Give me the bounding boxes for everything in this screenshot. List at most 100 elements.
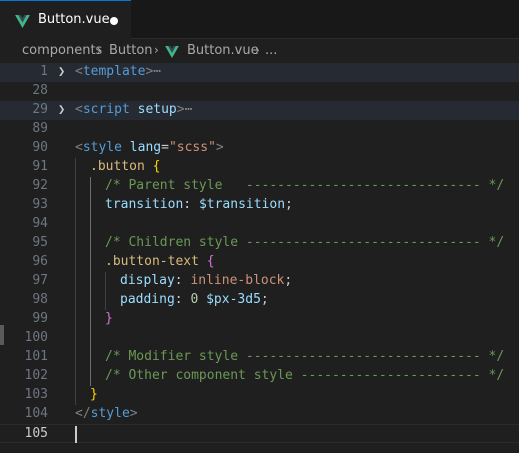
line-number: 94: [32, 216, 48, 231]
brace: }: [90, 387, 98, 402]
indent-guide: [90, 272, 91, 291]
text-cursor: [75, 426, 77, 443]
tag-bracket: >: [176, 102, 185, 117]
indent-guide: [90, 310, 91, 329]
css-value: $px-3d5: [206, 292, 261, 307]
tag-bracket: <: [75, 102, 83, 117]
code-line: 97 display: inline-block;: [0, 272, 519, 291]
line-number: 96: [32, 254, 48, 269]
indent-guide: [75, 329, 76, 348]
breadcrumb: components › Button › Button.vue › ...: [0, 39, 519, 63]
css-property: padding: [120, 292, 175, 307]
indent-guide: [75, 367, 76, 386]
tab-bar: Button.vue: [0, 0, 519, 39]
equals: =: [161, 140, 169, 155]
breadcrumb-item-more[interactable]: ...: [265, 43, 277, 58]
tag-name: script: [82, 102, 130, 117]
code-line: 91 .button {: [0, 158, 519, 177]
code-line: 89: [0, 120, 519, 139]
indent-guide: [75, 253, 76, 272]
code-line: 103 }: [0, 386, 519, 405]
tab-button-vue[interactable]: Button.vue: [0, 0, 131, 39]
breadcrumb-item-button-folder[interactable]: Button: [109, 43, 153, 58]
code-line: 28: [0, 82, 519, 101]
code-line: 95 /* Children style -------------------…: [0, 234, 519, 253]
brace: {: [206, 254, 215, 269]
indent-guide: [75, 310, 76, 329]
line-number: 100: [24, 330, 48, 345]
colon: :: [174, 292, 191, 307]
indent-guide: [75, 291, 76, 310]
chevron-right-icon: ›: [97, 43, 102, 57]
tag-name: style: [82, 140, 122, 155]
collapsed-ellipsis[interactable]: ⋯: [153, 64, 161, 79]
line-number: 28: [32, 83, 48, 98]
indent-guide: [105, 291, 106, 310]
indent-guide: [90, 177, 91, 196]
indent-guide: [90, 234, 91, 253]
code-line: 90 <style lang="scss">: [0, 139, 519, 158]
indent-guide: [90, 253, 91, 272]
code-line: 29 ❯ <script setup>⋯: [0, 101, 519, 120]
unsaved-dot-icon[interactable]: [110, 17, 118, 25]
indent-guide: [90, 329, 91, 348]
line-number: 89: [32, 121, 48, 136]
code-line: 100: [0, 329, 519, 348]
line-number: 98: [32, 292, 48, 307]
line-number: 97: [32, 273, 48, 288]
code-editor[interactable]: 1 ❯ <template>⋯ 28 29 ❯ <script setup>⋯ …: [0, 63, 519, 453]
indent-guide: [90, 348, 91, 367]
css-selector: .button-text: [105, 254, 199, 269]
tag-bracket: >: [215, 140, 224, 155]
line-number: 92: [32, 178, 48, 193]
collapsed-ellipsis[interactable]: ⋯: [185, 102, 193, 117]
breadcrumb-item-components[interactable]: components: [22, 43, 102, 58]
code-line: 102 /* Other component style -----------…: [0, 367, 519, 386]
indent-guide: [90, 215, 91, 234]
code-comment: /* Modifier style ----------------------…: [105, 349, 505, 364]
chevron-right-icon[interactable]: ❯: [58, 64, 68, 78]
indent-guide: [90, 367, 91, 386]
chevron-right-icon: ›: [154, 43, 159, 57]
tab-label: Button.vue: [38, 12, 110, 27]
code-comment: /* Parent style ------------------------…: [105, 178, 505, 193]
tag-name: style: [90, 406, 130, 421]
breadcrumb-item-file[interactable]: Button.vue: [187, 43, 259, 58]
tag-attribute: setup: [137, 102, 177, 117]
line-number: 103: [24, 387, 48, 402]
brace: }: [105, 311, 113, 326]
tag-attribute: lang: [129, 140, 162, 155]
css-property: display: [120, 273, 175, 288]
indent-guide: [105, 272, 106, 291]
colon: :: [183, 197, 199, 212]
code-line: 92 /* Parent style ---------------------…: [0, 177, 519, 196]
indent-guide: [90, 291, 91, 310]
indent-guide: [75, 386, 76, 405]
code-line: 94: [0, 215, 519, 234]
code-comment: /* Other component style ---------------…: [105, 368, 505, 383]
code-line: 101 /* Modifier style ------------------…: [0, 348, 519, 367]
line-number: 104: [24, 406, 48, 421]
line-number: 93: [32, 197, 48, 212]
semicolon: ;: [260, 292, 269, 307]
indent-guide: [75, 196, 76, 215]
scrollbar-marker[interactable]: [0, 325, 4, 345]
line-number: 90: [32, 140, 48, 155]
code-line: 99 }: [0, 310, 519, 329]
code-line: 96 .button-text {: [0, 253, 519, 272]
line-number: 91: [32, 159, 48, 174]
attribute-value: "scss": [168, 140, 216, 155]
indent-guide: [75, 177, 76, 196]
brace: {: [152, 159, 161, 174]
vue-icon: [15, 15, 30, 28]
chevron-right-icon[interactable]: ❯: [58, 102, 68, 116]
indent-guide: [75, 272, 76, 291]
vue-icon: [165, 46, 179, 58]
code-line-current[interactable]: 105: [0, 424, 519, 443]
code-line: 1 ❯ <template>⋯: [0, 63, 519, 82]
line-number: 101: [24, 349, 48, 364]
css-property: transition: [105, 197, 184, 212]
semicolon: ;: [285, 197, 293, 212]
css-value: inline-block: [190, 273, 285, 288]
colon: :: [174, 273, 191, 288]
